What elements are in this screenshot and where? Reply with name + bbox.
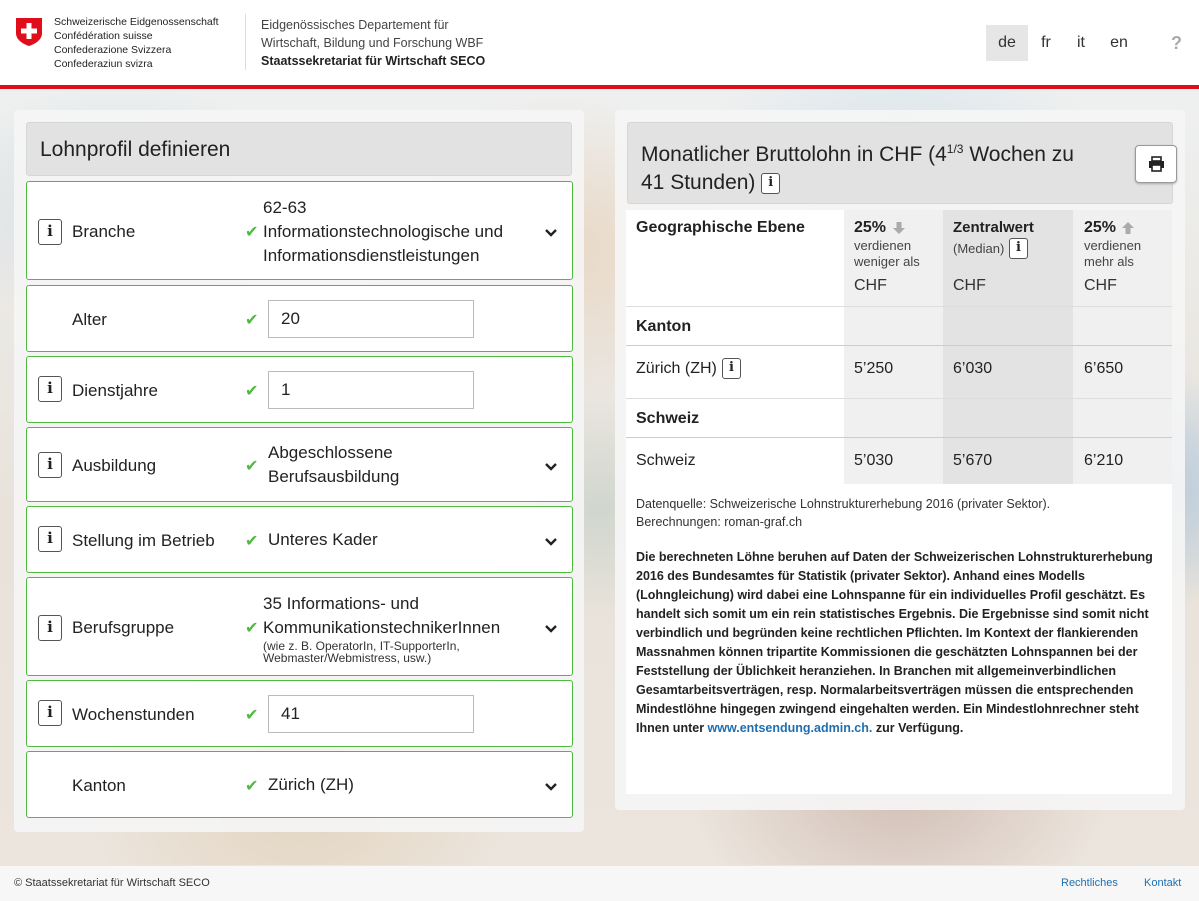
value-median: 5’670 [953, 452, 993, 469]
value-high: 6’210 [1084, 452, 1124, 469]
check-icon: ✔ [245, 383, 259, 400]
field-branche[interactable]: i Branche ✔ 62-63 Informationstechnologi… [26, 181, 573, 280]
column-header-high-pct: 25% [1084, 219, 1117, 236]
entsendung-link[interactable]: www.entsendung.admin.ch. [708, 721, 873, 735]
department-name: Eidgenössisches Departement für Wirtscha… [261, 18, 486, 68]
section-title-kanton: Kanton [636, 318, 692, 335]
profile-panel-title: Lohnprofil definieren [40, 138, 231, 161]
column-header-high-desc: verdienen mehr als [1084, 238, 1142, 269]
field-stellung[interactable]: i Stellung im Betrieb ✔ Unteres Kader [26, 506, 573, 573]
field-dienstjahre: i Dienstjahre ✔ 1 [26, 356, 573, 423]
field-label: Berufsgruppe [72, 618, 175, 637]
result-panel-title: Monatlicher Bruttolohn in CHF (41/3 Woch… [641, 142, 1074, 194]
site-header: Schweizerische Eidgenossenschaft Confédé… [0, 0, 1199, 85]
info-icon[interactable]: i [38, 452, 62, 478]
info-icon[interactable]: i [38, 615, 62, 641]
field-label: Branche [72, 222, 136, 241]
column-header-low-desc: verdienen weniger als [854, 238, 920, 269]
language-fr[interactable]: fr [1030, 25, 1062, 61]
header-divider [245, 14, 246, 70]
field-ausbildung[interactable]: i Ausbildung ✔ Abgeschlossene Berufsausb… [26, 427, 573, 502]
currency-label: CHF [854, 277, 887, 294]
field-label: Wochenstunden [72, 705, 195, 724]
info-icon[interactable]: i [722, 358, 741, 379]
chevron-down-icon[interactable] [544, 780, 558, 794]
check-icon: ✔ [245, 707, 259, 724]
data-source-box: Datenquelle: Schweizerische Lohnstruktur… [626, 484, 1172, 794]
chevron-down-icon[interactable] [544, 535, 558, 549]
column-header-geo: Geographische Ebene [636, 219, 805, 236]
field-value: 35 Informations- und Kommunikationstechn… [263, 594, 501, 637]
weekly-hours-input[interactable]: 41 [268, 695, 474, 733]
field-label: Ausbildung [72, 456, 157, 475]
info-icon[interactable]: i [1009, 238, 1028, 259]
field-kanton[interactable]: Kanton ✔ Zürich (ZH) [26, 751, 573, 818]
field-wochenstunden: i Wochenstunden ✔ 41 [26, 680, 573, 747]
section-title-schweiz: Schweiz [636, 410, 700, 427]
chevron-down-icon[interactable] [544, 226, 558, 240]
check-icon: ✔ [245, 312, 259, 329]
check-icon: ✔ [245, 620, 259, 637]
field-hint: (wie z. B. OperatorIn, IT-SupporterIn, W… [263, 639, 460, 665]
arrow-up-icon [1122, 222, 1134, 234]
header-accent-bar [0, 85, 1199, 89]
field-berufsgruppe[interactable]: i Berufsgruppe ✔ 35 Informations- und Ko… [26, 577, 573, 676]
column-header-median: Zentralwert [953, 219, 1034, 236]
copyright: © Staatssekretariat für Wirtschaft SECO [14, 877, 210, 889]
info-icon[interactable]: i [761, 172, 781, 194]
salary-table: Geographische Ebene 25% verdienen wenige… [626, 210, 1172, 484]
profile-panel-header: Lohnprofil definieren [26, 122, 572, 176]
row-name: Zürich (ZH) [636, 360, 717, 377]
print-icon [1149, 156, 1164, 172]
secretariat-name: Staatssekretariat für Wirtschaft SECO [261, 54, 486, 68]
currency-label: CHF [953, 277, 986, 294]
arrow-down-icon [893, 222, 905, 234]
value-low: 5’030 [854, 452, 894, 469]
field-label: Stellung im Betrieb [72, 531, 215, 550]
age-input[interactable]: 20 [268, 300, 474, 338]
column-header-low-pct: 25% [854, 219, 887, 236]
info-icon[interactable]: i [38, 700, 62, 726]
language-de[interactable]: de [986, 25, 1028, 61]
field-label: Kanton [72, 776, 126, 795]
info-icon[interactable]: i [38, 219, 62, 245]
row-name: Schweiz [636, 452, 696, 469]
data-source: Datenquelle: Schweizerische Lohnstruktur… [636, 497, 1051, 529]
field-label: Alter [72, 310, 107, 329]
field-label: Dienstjahre [72, 381, 158, 400]
column-header-median-sub: (Median) [953, 241, 1005, 256]
legal-link[interactable]: Rechtliches [1061, 877, 1118, 889]
value-median: 6’030 [953, 360, 993, 377]
value-high: 6’650 [1084, 360, 1124, 377]
value-low: 5’250 [854, 360, 894, 377]
language-it[interactable]: it [1066, 25, 1096, 61]
help-icon[interactable]: ? [1171, 33, 1182, 54]
years-of-service-input[interactable]: 1 [268, 371, 474, 409]
chevron-down-icon[interactable] [544, 622, 558, 636]
print-button[interactable] [1135, 145, 1177, 183]
disclaimer-text: Die berechneten Löhne beruhen auf Daten … [636, 550, 1153, 735]
check-icon: ✔ [245, 778, 259, 795]
field-value: Abgeschlossene Berufsausbildung [268, 443, 400, 486]
field-alter: Alter ✔ 20 [26, 285, 573, 352]
info-icon[interactable]: i [38, 526, 62, 552]
result-panel-header: Monatlicher Bruttolohn in CHF (41/3 Woch… [627, 122, 1177, 204]
language-en[interactable]: en [1100, 25, 1138, 61]
info-icon[interactable]: i [38, 376, 62, 402]
site-footer: © Staatssekretariat für Wirtschaft SECO … [0, 865, 1199, 901]
field-value: Unteres Kader [268, 530, 378, 549]
contact-link[interactable]: Kontakt [1144, 877, 1181, 889]
chevron-down-icon[interactable] [544, 460, 558, 474]
currency-label: CHF [1084, 277, 1117, 294]
check-icon: ✔ [245, 224, 259, 241]
swiss-coat-of-arms-icon [16, 18, 42, 46]
confederation-names: Schweizerische Eidgenossenschaft Confédé… [54, 16, 219, 70]
field-value: 62-63 Informationstechnologische und Inf… [263, 198, 504, 265]
check-icon: ✔ [245, 533, 259, 550]
check-icon: ✔ [245, 458, 259, 475]
field-value: Zürich (ZH) [268, 775, 354, 794]
